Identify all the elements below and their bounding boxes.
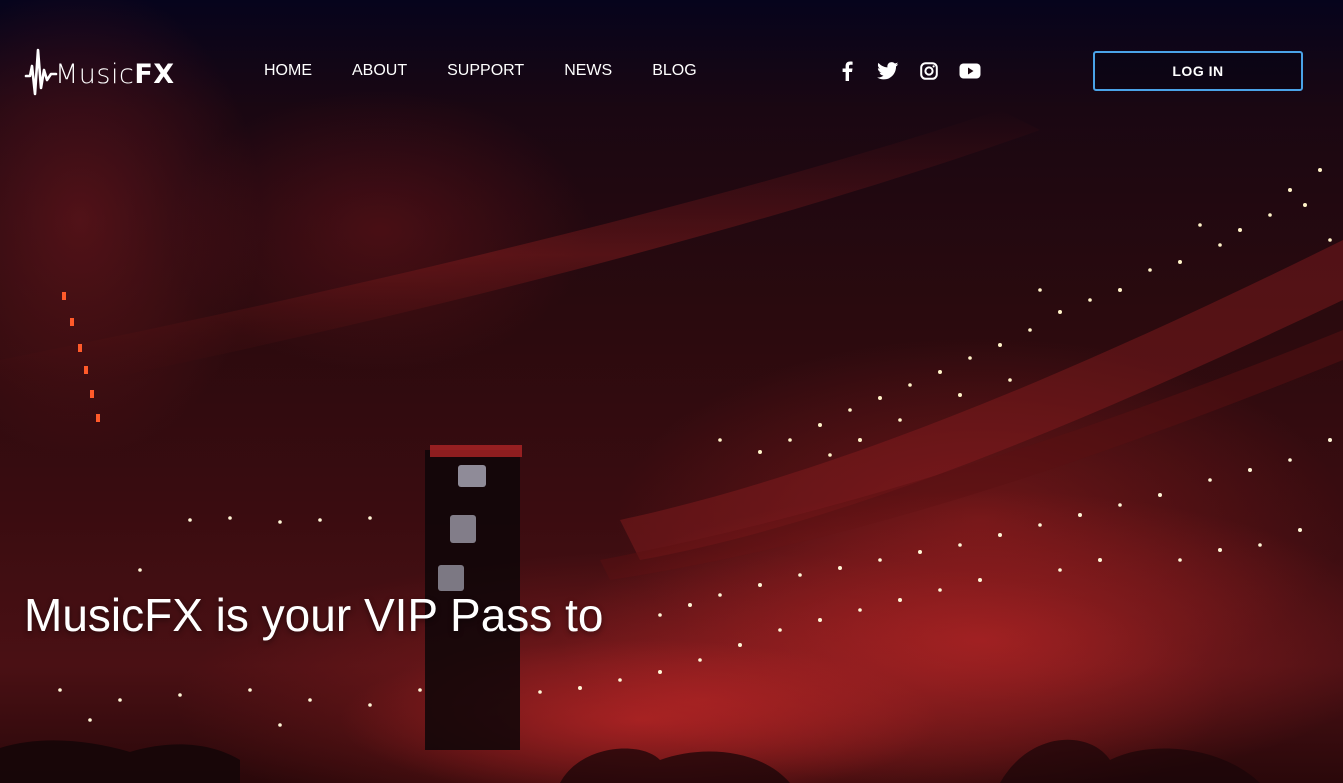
nav-link-blog[interactable]: BLOG [652,61,696,81]
sound-wave-icon [24,48,58,96]
hero-section: MusicFX HOME ABOUT SUPPORT NEWS BLOG LOG… [0,0,1343,783]
nav-link-news[interactable]: NEWS [564,61,612,81]
main-menu: HOME ABOUT SUPPORT NEWS BLOG [264,61,737,81]
brand-logo[interactable]: MusicFX [24,44,175,100]
brand-name-light: Music [55,58,135,90]
nav-link-support[interactable]: SUPPORT [447,61,524,81]
facebook-icon[interactable] [836,60,858,82]
twitter-icon[interactable] [877,60,899,82]
social-links [836,60,1000,82]
nav-link-home[interactable]: HOME [264,61,312,81]
nav-link-about[interactable]: ABOUT [352,61,407,81]
instagram-icon[interactable] [918,60,940,82]
brand-name-bold: FX [134,58,175,90]
top-navigation: MusicFX HOME ABOUT SUPPORT NEWS BLOG LOG… [0,0,1343,140]
hero-headline: MusicFX is your VIP Pass to [24,589,604,641]
brand-name: MusicFX [55,59,175,90]
youtube-icon[interactable] [959,60,981,82]
login-button[interactable]: LOG IN [1093,51,1303,91]
